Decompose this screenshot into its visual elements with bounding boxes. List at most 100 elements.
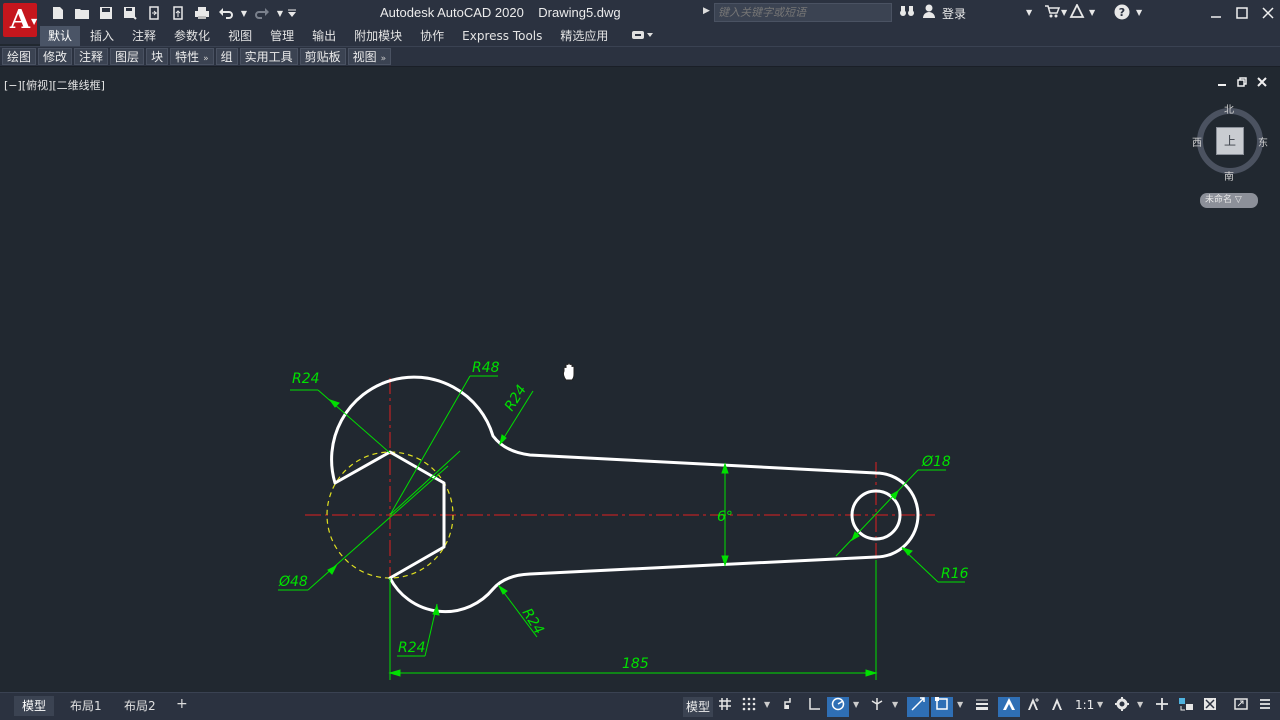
undo-icon[interactable] [214, 3, 238, 23]
customize-qat-icon[interactable] [286, 3, 298, 23]
wrench-drawing: R24 R48 R24 6° Ø18 R16 Ø48 R24 R24 185 [278, 360, 969, 680]
tab-layout1[interactable]: 布局1 [62, 696, 110, 716]
ribbon-tab-bar: 默认 插入 注释 参数化 视图 管理 输出 附加模块 协作 Express To… [40, 26, 1280, 46]
tab-view[interactable]: 视图 [220, 26, 260, 46]
title-bar: A ▼ ▼ ▼ Autodesk AutoCAD 2020 Drawing5.d… [0, 0, 1280, 44]
tab-express-tools[interactable]: Express Tools [454, 26, 550, 46]
tab-layout2[interactable]: 布局2 [116, 696, 164, 716]
panel-view[interactable]: 视图» [347, 48, 392, 65]
tab-model[interactable]: 模型 [14, 696, 55, 716]
grid-icon[interactable] [714, 697, 736, 717]
status-bar: 模型 布局1 布局2 + 模型 ▼ ▼ ▼ ▼ 1:1 ▼ ▼ [0, 692, 1280, 720]
search-expand-icon[interactable]: ▶ [703, 6, 710, 16]
workspace-dropdown-icon[interactable]: ▼ [1137, 700, 1143, 709]
ribbon-display-toggle-icon[interactable] [632, 30, 654, 43]
panel-label: 实用工具 [244, 50, 293, 64]
search-field[interactable] [714, 3, 892, 22]
svg-text:?: ? [1119, 6, 1125, 19]
annotation-monitor-icon[interactable] [1151, 697, 1173, 717]
maximize-window-icon[interactable] [1230, 3, 1254, 23]
save-to-web-icon[interactable] [166, 3, 190, 23]
open-from-web-icon[interactable] [142, 3, 166, 23]
scale-dropdown-icon[interactable]: ▼ [1097, 700, 1103, 709]
panel-label: 特性 [175, 50, 200, 64]
isolate-objects-icon[interactable] [1199, 697, 1221, 717]
tab-output[interactable]: 输出 [304, 26, 344, 46]
object-snap-dropdown-icon[interactable]: ▼ [957, 700, 963, 709]
application-menu-button[interactable]: A ▼ [0, 0, 40, 44]
object-snap-icon[interactable] [931, 697, 953, 717]
panel-expand-icon: » [380, 54, 387, 64]
panel-label: 组 [220, 50, 233, 64]
undo-dropdown-icon[interactable]: ▼ [238, 3, 250, 23]
lineweight-icon[interactable] [971, 697, 993, 717]
minimize-window-icon[interactable] [1204, 3, 1228, 23]
panel-utilities[interactable]: 实用工具 [239, 48, 298, 65]
plot-icon[interactable] [190, 3, 214, 23]
snap-icon[interactable] [738, 697, 760, 717]
infer-constraints-icon[interactable] [779, 697, 801, 717]
auto-scale-icon[interactable] [1022, 697, 1044, 717]
app-dropdown-icon[interactable]: ▼ [1089, 8, 1095, 17]
ribbon-panel-bar: 绘图 修改 注释 图层 块 特性» 组 实用工具 剪贴板 视图» [0, 46, 1280, 67]
dim-r24-top-neck: R24 [502, 382, 530, 414]
drawing-viewport[interactable]: [−][俯视][二维线框] 上 北 南 西 东 未命名 ▽ R24 R48 R2… [0, 68, 1280, 692]
dim-angle: 6° [717, 509, 733, 525]
snap-dropdown-icon[interactable]: ▼ [764, 700, 770, 709]
close-window-icon[interactable] [1256, 3, 1280, 23]
add-layout-icon[interactable]: + [176, 696, 188, 712]
tab-insert[interactable]: 插入 [82, 26, 122, 46]
panel-groups[interactable]: 组 [215, 48, 238, 65]
search-input[interactable] [715, 4, 891, 21]
user-icon[interactable] [922, 4, 936, 22]
dim-r24-bottom-left: R24 [398, 640, 426, 656]
tab-parametric[interactable]: 参数化 [166, 26, 218, 46]
workspace-gear-icon[interactable] [1111, 697, 1133, 717]
panel-clipboard[interactable]: 剪贴板 [299, 48, 346, 65]
full-screen-icon[interactable] [1230, 697, 1252, 717]
panel-modify[interactable]: 修改 [38, 48, 73, 65]
login-link[interactable]: 登录 [942, 5, 966, 22]
polar-tracking-icon[interactable] [827, 697, 849, 717]
units-icon[interactable] [1175, 697, 1197, 717]
save-icon[interactable] [94, 3, 118, 23]
panel-annotation[interactable]: 注释 [74, 48, 109, 65]
object-snap-tracking-icon[interactable] [907, 697, 929, 717]
annotation-visibility-icon[interactable] [998, 697, 1020, 717]
help-dropdown-icon[interactable]: ▼ [1136, 8, 1142, 17]
annotation-scale-value[interactable]: 1:1 [1075, 698, 1094, 712]
redo-dropdown-icon[interactable]: ▼ [274, 3, 286, 23]
autodesk-app-icon[interactable] [1069, 2, 1085, 22]
ortho-icon[interactable] [803, 697, 825, 717]
isodraft-dropdown-icon[interactable]: ▼ [892, 700, 898, 709]
panel-layers[interactable]: 图层 [110, 48, 145, 65]
tab-addins[interactable]: 附加模块 [346, 26, 410, 46]
redo-icon[interactable] [250, 3, 274, 23]
annotation-scale-icon[interactable] [1046, 697, 1068, 717]
tab-annotate[interactable]: 注释 [124, 26, 164, 46]
panel-label: 块 [151, 50, 164, 64]
help-icon[interactable]: ? [1114, 4, 1130, 24]
tab-default[interactable]: 默认 [40, 26, 81, 46]
binoculars-icon[interactable] [899, 4, 915, 22]
panel-properties[interactable]: 特性» [170, 48, 214, 65]
polar-dropdown-icon[interactable]: ▼ [853, 700, 859, 709]
new-file-icon[interactable] [46, 3, 70, 23]
open-folder-icon[interactable] [70, 3, 94, 23]
isodraft-icon[interactable] [866, 697, 888, 717]
panel-label: 剪贴板 [304, 50, 341, 64]
dim-r24-bottom-neck: R24 [519, 606, 547, 638]
panel-block[interactable]: 块 [146, 48, 169, 65]
customize-statusbar-icon[interactable] [1254, 697, 1276, 717]
tab-collaborate[interactable]: 协作 [412, 26, 452, 46]
panel-draw[interactable]: 绘图 [2, 48, 37, 65]
panel-label: 视图 [352, 50, 377, 64]
save-as-icon[interactable] [118, 3, 142, 23]
login-dropdown-icon[interactable]: ▼ [1026, 8, 1032, 17]
panel-expand-icon: » [203, 54, 209, 64]
cart-icon[interactable] [1044, 4, 1061, 22]
tab-manage[interactable]: 管理 [262, 26, 302, 46]
tab-featured-apps[interactable]: 精选应用 [552, 26, 616, 46]
model-space-button[interactable]: 模型 [683, 697, 714, 717]
cart-dropdown-icon[interactable]: ▼ [1061, 8, 1067, 17]
